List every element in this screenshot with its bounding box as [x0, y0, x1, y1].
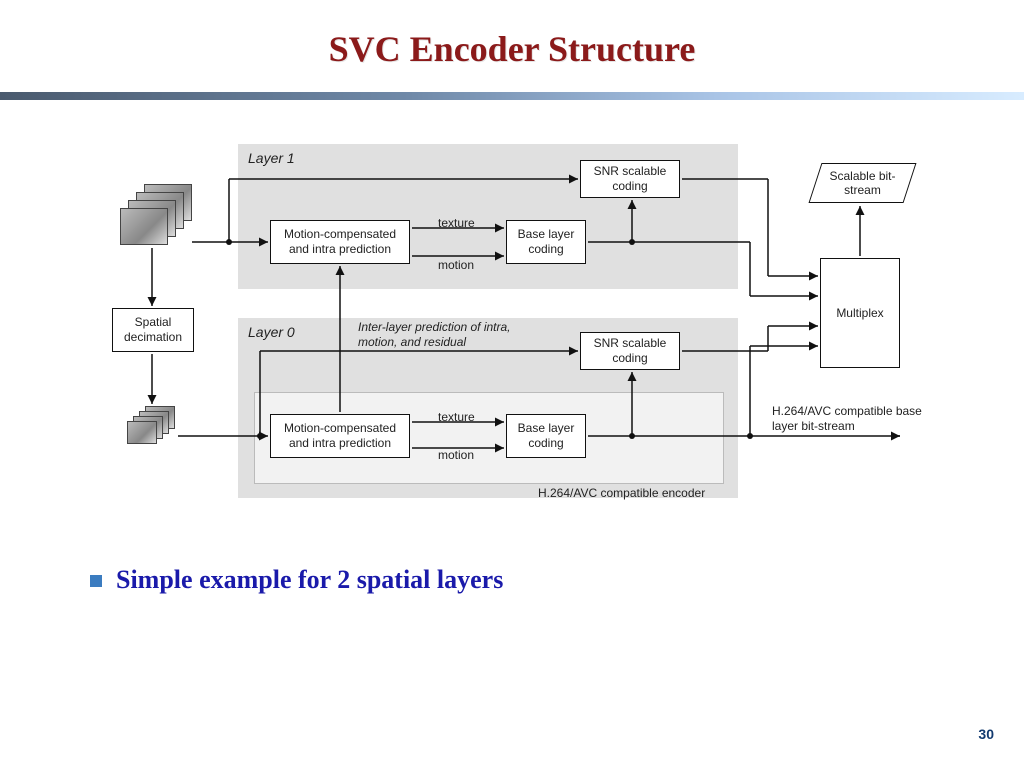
encoder-caption: H.264/AVC compatible encoder — [538, 486, 705, 501]
spatial-decimation-label: Spatial decimation — [119, 315, 187, 345]
layer1-snr: SNR scalable coding — [580, 160, 680, 198]
multiplex-box: Multiplex — [820, 258, 900, 368]
junction-dot — [747, 433, 753, 439]
divider-bar — [0, 92, 1024, 100]
slide-title: SVC Encoder Structure — [0, 0, 1024, 70]
layer1-motion-label: motion — [438, 258, 474, 273]
bullet-text: Simple example for 2 spatial layers — [116, 565, 503, 595]
layer0-motion-label: motion — [438, 448, 474, 463]
layer1-mc-pred: Motion-compensated and intra prediction — [270, 220, 410, 264]
slide: SVC Encoder Structure Layer 1 Layer 0 Sp… — [0, 0, 1024, 768]
layer0-snr: SNR scalable coding — [580, 332, 680, 370]
junction-dot — [257, 433, 263, 439]
bullet-icon — [90, 575, 102, 587]
layer0-mc-pred: Motion-compensated and intra prediction — [270, 414, 410, 458]
interlayer-note: Inter-layer prediction of intra, motion,… — [358, 320, 528, 350]
layer1-texture-label: texture — [438, 216, 475, 231]
junction-dot — [629, 433, 635, 439]
layer1-base-coding: Base layer coding — [506, 220, 586, 264]
bullet-line: Simple example for 2 spatial layers — [90, 565, 503, 595]
layer1-title: Layer 1 — [248, 150, 295, 168]
scalable-bitstream: Scalable bit-stream — [809, 163, 917, 203]
encoder-diagram: Layer 1 Layer 0 Spatial decimation Motio… — [120, 128, 935, 518]
layer0-base-coding: Base layer coding — [506, 414, 586, 458]
junction-dot — [226, 239, 232, 245]
layer0-texture-label: texture — [438, 410, 475, 425]
layer0-title: Layer 0 — [248, 324, 295, 342]
junction-dot — [629, 239, 635, 245]
base-bitstream-label: H.264/AVC compatible base layer bit-stre… — [772, 404, 932, 434]
spatial-decimation-box: Spatial decimation — [112, 308, 194, 352]
page-number: 30 — [978, 726, 994, 742]
